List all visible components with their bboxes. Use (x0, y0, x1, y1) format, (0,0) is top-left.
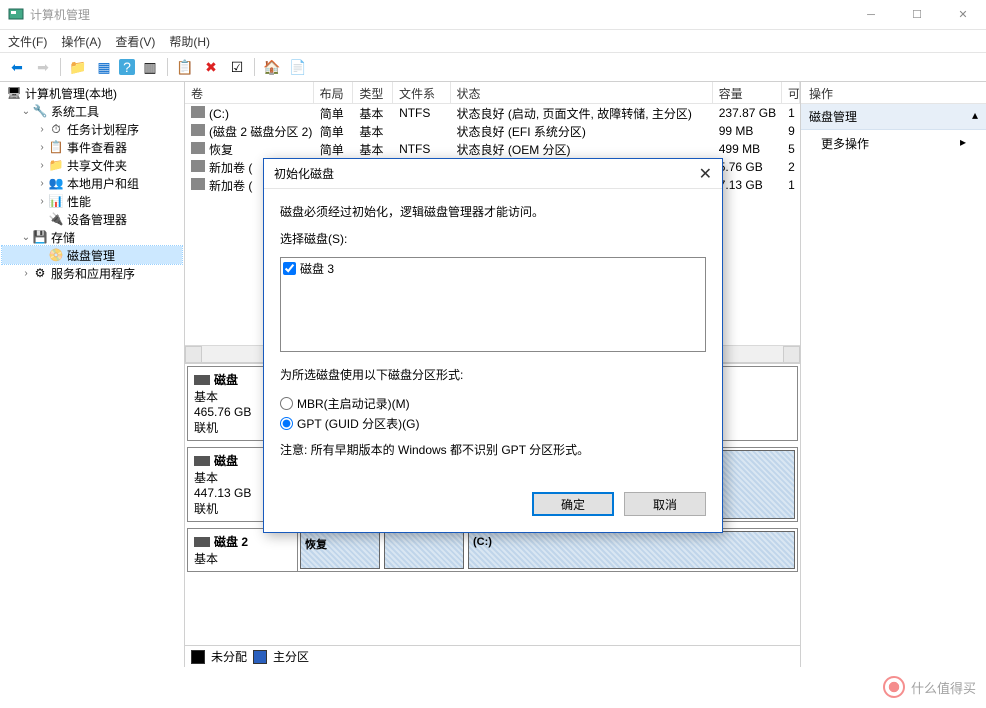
col-layout[interactable]: 布局 (314, 82, 354, 103)
disk-listbox[interactable]: 磁盘 3 (280, 257, 706, 352)
more-actions[interactable]: 更多操作▸ (801, 130, 986, 157)
disk-icon (194, 375, 210, 385)
menu-file[interactable]: 文件(F) (8, 33, 47, 50)
actions-panel: 操作 磁盘管理▴ 更多操作▸ (801, 82, 986, 667)
tree-disk-management[interactable]: 📀磁盘管理 (2, 246, 182, 264)
dialog-note: 注意: 所有早期版本的 Windows 都不识别 GPT 分区形式。 (280, 441, 706, 458)
disk-2[interactable]: 磁盘 2基本 恢复(C:) (187, 528, 798, 572)
volume-row[interactable]: (磁盘 2 磁盘分区 2)简单基本状态良好 (EFI 系统分区)99 MB9 (185, 122, 800, 140)
actions-section[interactable]: 磁盘管理▴ (801, 104, 986, 130)
toolbar: ⬅ ➡ 📁 ▦ ? ▥ 📋 ✖ ☑ 🏠 📄 (0, 52, 986, 82)
menu-view[interactable]: 查看(V) (115, 33, 155, 50)
tree-shared-folders[interactable]: ›📁共享文件夹 (2, 156, 182, 174)
dialog-message: 磁盘必须经过初始化，逻辑磁盘管理器才能访问。 (280, 203, 706, 220)
tb-btn-5[interactable]: 📋 (174, 56, 196, 78)
select-disk-label: 选择磁盘(S): (280, 230, 706, 247)
dialog-close-button[interactable]: ✕ (699, 164, 712, 184)
tree-local-users[interactable]: ›👥本地用户和组 (2, 174, 182, 192)
menu-action[interactable]: 操作(A) (61, 33, 101, 50)
legend-primary: 主分区 (273, 648, 309, 665)
disk-icon (194, 456, 210, 466)
col-fs[interactable]: 文件系统 (393, 82, 450, 103)
legend-unallocated: 未分配 (211, 648, 247, 665)
tree-services[interactable]: ›⚙服务和应用程序 (2, 264, 182, 282)
chevron-right-icon: ▸ (960, 135, 966, 152)
title-bar: 计算机管理 ─ ☐ ✕ (0, 0, 986, 30)
tb-btn-7[interactable]: ☑ (226, 56, 248, 78)
mbr-radio[interactable]: MBR(主启动记录)(M) (280, 393, 706, 413)
close-button[interactable]: ✕ (940, 0, 986, 30)
partition[interactable]: (C:) (468, 531, 795, 569)
app-icon (8, 7, 24, 23)
legend: 未分配 主分区 (185, 645, 800, 667)
ok-button[interactable]: 确定 (532, 492, 614, 516)
tb-btn-8[interactable]: 🏠 (261, 56, 283, 78)
nav-tree: 🖥计算机管理(本地) ⌄🔧系统工具 ›⏱任务计划程序 ›📋事件查看器 ›📁共享文… (0, 82, 185, 667)
col-status[interactable]: 状态 (451, 82, 713, 103)
dialog-title: 初始化磁盘 (274, 165, 334, 182)
actions-header: 操作 (801, 82, 986, 104)
watermark: 什么值得买 (883, 676, 976, 698)
tree-system-tools[interactable]: ⌄🔧系统工具 (2, 102, 182, 120)
col-free[interactable]: 可 (782, 82, 800, 103)
back-button[interactable]: ⬅ (6, 56, 28, 78)
legend-primary-icon (253, 650, 267, 664)
volume-row[interactable]: 恢复简单基本NTFS状态良好 (OEM 分区)499 MB5 (185, 140, 800, 158)
help-icon[interactable]: ? (119, 59, 135, 75)
tb-btn-9[interactable]: 📄 (287, 56, 309, 78)
tb-btn-2[interactable]: ▦ (93, 56, 115, 78)
tree-storage[interactable]: ⌄💾存储 (2, 228, 182, 246)
cancel-button[interactable]: 取消 (624, 492, 706, 516)
volume-header: 卷 布局 类型 文件系统 状态 容量 可 (185, 82, 800, 104)
tb-btn-4[interactable]: ▥ (139, 56, 161, 78)
forward-button[interactable]: ➡ (32, 56, 54, 78)
initialize-disk-dialog: 初始化磁盘 ✕ 磁盘必须经过初始化，逻辑磁盘管理器才能访问。 选择磁盘(S): … (263, 158, 723, 533)
gpt-radio[interactable]: GPT (GUID 分区表)(G) (280, 413, 706, 433)
window-title: 计算机管理 (30, 6, 848, 23)
maximize-button[interactable]: ☐ (894, 0, 940, 30)
disk-icon (194, 537, 210, 547)
menu-help[interactable]: 帮助(H) (169, 33, 210, 50)
minimize-button[interactable]: ─ (848, 0, 894, 30)
watermark-logo-icon (883, 676, 905, 698)
delete-icon[interactable]: ✖ (200, 56, 222, 78)
tb-btn-1[interactable]: 📁 (67, 56, 89, 78)
tree-performance[interactable]: ›📊性能 (2, 192, 182, 210)
partition[interactable]: 恢复 (300, 531, 380, 569)
tree-task-scheduler[interactable]: ›⏱任务计划程序 (2, 120, 182, 138)
menu-bar: 文件(F) 操作(A) 查看(V) 帮助(H) (0, 30, 986, 52)
col-type[interactable]: 类型 (353, 82, 393, 103)
tree-event-viewer[interactable]: ›📋事件查看器 (2, 138, 182, 156)
disk-3-checkbox[interactable]: 磁盘 3 (283, 260, 703, 276)
col-capacity[interactable]: 容量 (713, 82, 782, 103)
legend-unallocated-icon (191, 650, 205, 664)
partition-style-label: 为所选磁盘使用以下磁盘分区形式: (280, 366, 706, 383)
collapse-icon: ▴ (972, 108, 978, 125)
tree-device-manager[interactable]: 🔌设备管理器 (2, 210, 182, 228)
volume-row[interactable]: (C:)简单基本NTFS状态良好 (启动, 页面文件, 故障转储, 主分区)23… (185, 104, 800, 122)
tree-root[interactable]: 🖥计算机管理(本地) (2, 84, 182, 102)
partition[interactable] (384, 531, 464, 569)
col-volume[interactable]: 卷 (185, 82, 314, 103)
